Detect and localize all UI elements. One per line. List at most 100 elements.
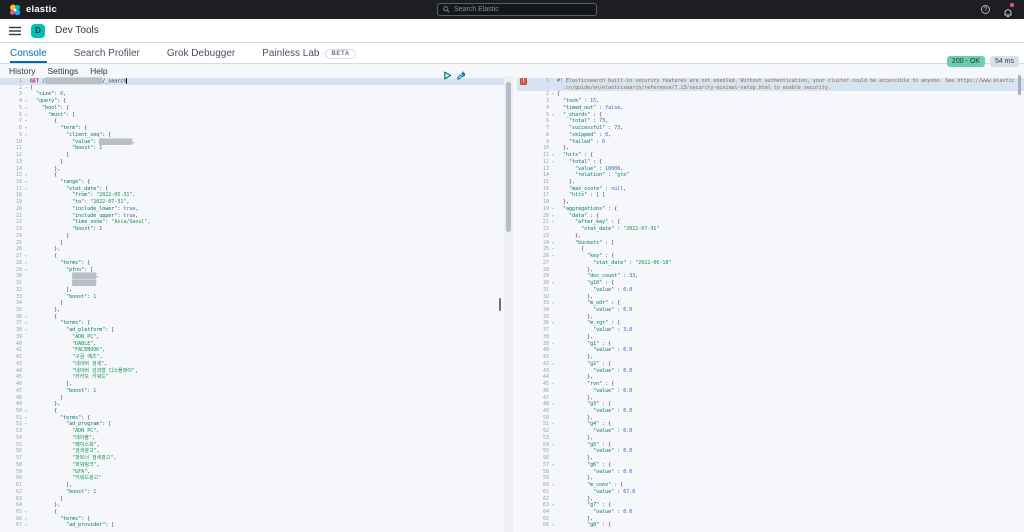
fold-caret-icon[interactable] — [549, 287, 557, 294]
code-line[interactable]: 20 "include_lower": true, — [0, 206, 504, 213]
code-line[interactable]: 14 "relation" : "gte" — [517, 172, 1024, 179]
fold-caret-icon[interactable] — [549, 125, 557, 132]
fold-caret-icon[interactable]: ▾ — [22, 267, 30, 274]
code-line[interactable]: 7 ▾ { — [0, 118, 504, 125]
fold-caret-icon[interactable]: ▾ — [549, 159, 557, 166]
code-line[interactable]: 34 } — [0, 300, 504, 307]
fold-caret-icon[interactable] — [549, 98, 557, 105]
fold-caret-icon[interactable] — [22, 381, 30, 388]
code-line[interactable]: 21 ▾ "after_key" : { — [517, 219, 1024, 226]
fold-caret-icon[interactable]: ▾ — [549, 361, 557, 368]
fold-caret-icon[interactable] — [549, 273, 557, 280]
code-line[interactable]: 28 }, — [517, 267, 1024, 274]
fold-caret-icon[interactable] — [22, 145, 30, 152]
code-line[interactable]: 6 "total" : 73, — [517, 118, 1024, 125]
code-line[interactable]: 32 }, — [517, 294, 1024, 301]
fold-caret-icon[interactable] — [549, 455, 557, 462]
code-line[interactable]: 10 }, — [517, 145, 1024, 152]
code-line[interactable]: 43 "네이버 검색", — [0, 361, 504, 368]
fold-caret-icon[interactable]: ▾ — [549, 91, 557, 98]
fold-caret-icon[interactable] — [22, 139, 30, 146]
response-viewer[interactable]: ! 1 #! Elasticsearch built-in security fe… — [517, 76, 1024, 532]
code-line[interactable]: 36 ▾ { — [0, 314, 504, 321]
fold-caret-icon[interactable]: ▾ — [549, 482, 557, 489]
code-line[interactable]: 12 ▾ "total" : { — [517, 159, 1024, 166]
code-line[interactable]: 65 }, — [517, 516, 1024, 523]
code-line[interactable]: 1 GET /███████████████████/_search — [0, 78, 504, 85]
code-line[interactable]: 62 }, — [517, 496, 1024, 503]
fold-caret-icon[interactable] — [549, 516, 557, 523]
fold-caret-icon[interactable] — [549, 334, 557, 341]
fold-caret-icon[interactable] — [549, 475, 557, 482]
code-line[interactable]: 16 "max_score" : null, — [517, 186, 1024, 193]
fold-caret-icon[interactable]: ▾ — [549, 381, 557, 388]
fold-caret-icon[interactable]: ▾ — [22, 421, 30, 428]
code-line[interactable]: 20 ▾ "data" : { — [517, 213, 1024, 220]
code-line[interactable]: 54 "데이블", — [0, 435, 504, 442]
fold-caret-icon[interactable] — [22, 334, 30, 341]
fold-caret-icon[interactable]: ▾ — [549, 112, 557, 119]
code-line[interactable]: 4 "timed_out" : false, — [517, 105, 1024, 112]
fold-caret-icon[interactable]: ▾ — [22, 327, 30, 334]
code-line[interactable]: 55 "value" : 0.0 — [517, 448, 1024, 455]
code-line[interactable]: 63 } — [0, 496, 504, 503]
fold-caret-icon[interactable] — [22, 374, 30, 381]
fold-caret-icon[interactable]: ▾ — [549, 341, 557, 348]
fold-caret-icon[interactable]: ▾ — [549, 442, 557, 449]
fold-caret-icon[interactable]: ▾ — [22, 408, 30, 415]
request-scrollbar-thumb[interactable] — [506, 82, 511, 232]
fold-caret-icon[interactable] — [549, 435, 557, 442]
code-line[interactable]: 49 "value" : 0.0 — [517, 408, 1024, 415]
code-line[interactable]: 12 } — [0, 152, 504, 159]
fold-caret-icon[interactable] — [22, 442, 30, 449]
code-line[interactable]: 37 ▾ "terms": { — [0, 320, 504, 327]
code-line[interactable]: 2 ▾{ — [517, 91, 1024, 98]
menu-icon[interactable] — [9, 26, 21, 36]
code-line[interactable]: 48 } — [0, 395, 504, 402]
code-line[interactable]: 25 ▾ { — [517, 246, 1024, 253]
code-line[interactable]: 17 ▾ "stat_date": { — [0, 186, 504, 193]
fold-caret-icon[interactable] — [549, 388, 557, 395]
code-line[interactable]: 42 "구글 애즈", — [0, 354, 504, 361]
code-line[interactable]: 45 "카카오 키워드" — [0, 374, 504, 381]
code-line[interactable]: 33 "boost": 1 — [0, 294, 504, 301]
code-line[interactable]: 13 "value" : 10000, — [517, 166, 1024, 173]
code-line[interactable]: 51 ▾ "g4" : { — [517, 421, 1024, 428]
code-line[interactable]: 32 ], — [0, 287, 504, 294]
code-line[interactable]: 38 ▾ "ad_platform": [ — [0, 327, 504, 334]
fold-caret-icon[interactable] — [549, 186, 557, 193]
code-line[interactable]: 66 ▾ "g8" : { — [517, 522, 1024, 529]
code-line[interactable]: 58 "value" : 0.0 — [517, 469, 1024, 476]
tab-console[interactable]: Console — [10, 48, 47, 63]
code-line[interactable]: 65 ▾ { — [0, 509, 504, 516]
fold-caret-icon[interactable] — [22, 341, 30, 348]
code-line[interactable]: 57 ▾ "g6" : { — [517, 462, 1024, 469]
fold-caret-icon[interactable]: ▾ — [549, 462, 557, 469]
fold-caret-icon[interactable] — [22, 91, 30, 98]
fold-caret-icon[interactable] — [549, 267, 557, 274]
code-line[interactable]: 26 ▾ "key" : { — [517, 253, 1024, 260]
fold-caret-icon[interactable] — [22, 213, 30, 220]
code-line[interactable]: 28 ▾ "terms": { — [0, 260, 504, 267]
code-line[interactable]: 49 }, — [0, 401, 504, 408]
fold-caret-icon[interactable]: ▾ — [22, 105, 30, 112]
code-line[interactable]: 51 ▾ "terms": { — [0, 415, 504, 422]
fold-caret-icon[interactable]: ▾ — [549, 502, 557, 509]
code-line[interactable]: 48 ▾ "g3" : { — [517, 401, 1024, 408]
fold-caret-icon[interactable] — [549, 428, 557, 435]
fold-caret-icon[interactable] — [22, 233, 30, 240]
fold-caret-icon[interactable] — [549, 496, 557, 503]
fold-caret-icon[interactable]: ▾ — [549, 152, 557, 159]
code-line[interactable]: 4 ▾ "query": { — [0, 98, 504, 105]
fold-caret-icon[interactable] — [549, 139, 557, 146]
fold-caret-icon[interactable]: ▾ — [549, 213, 557, 220]
fold-caret-icon[interactable] — [22, 496, 30, 503]
code-line[interactable]: 39 "ADN PC", — [0, 334, 504, 341]
code-line[interactable]: 7 "successful" : 73, — [517, 125, 1024, 132]
code-line[interactable]: 41 }, — [517, 354, 1024, 361]
fold-caret-icon[interactable] — [22, 388, 30, 395]
fold-caret-icon[interactable]: ▾ — [22, 522, 30, 529]
code-line[interactable]: 39 ▾ "g1" : { — [517, 341, 1024, 348]
code-line[interactable]: 3 "size": 0, — [0, 91, 504, 98]
fold-caret-icon[interactable] — [549, 368, 557, 375]
